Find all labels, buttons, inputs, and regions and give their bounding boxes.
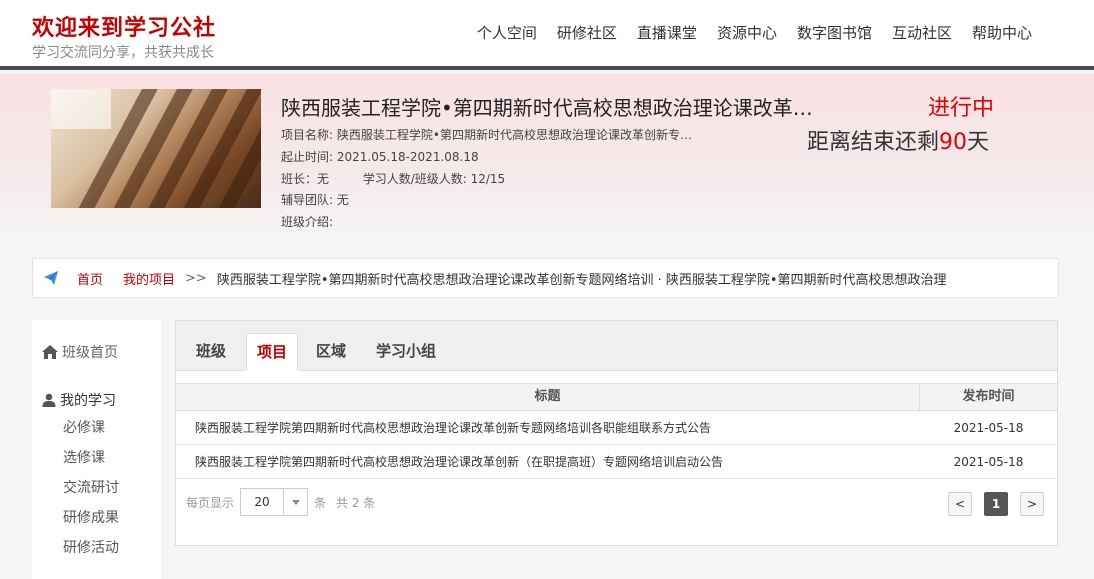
table-header: 标题 发布时间 [176, 383, 1057, 411]
info-value: 2021.05.18-2021.08.18 [336, 150, 479, 164]
info-value: 无 [336, 193, 349, 207]
pagination-info: 每页显示 20 条 共 2 条 [186, 488, 375, 516]
top-header: 欢迎来到学习公社 学习交流同分享，共获共成长 个人空间 研修社区 直播课堂 资源… [0, 0, 1094, 70]
project-title: 陕西服装工程学院•第四期新时代高校思想政治理论课改革… [281, 96, 813, 120]
sidebar-item-results[interactable]: 研修成果 [63, 507, 119, 527]
nav-interactive-community[interactable]: 互动社区 [882, 22, 962, 43]
nav-live-classroom[interactable]: 直播课堂 [627, 22, 707, 43]
countdown-days: 90 [939, 130, 968, 155]
sidebar-my-study-label: 我的学习 [60, 393, 116, 409]
breadcrumb-separator: >> [185, 270, 207, 286]
home-icon [42, 345, 58, 359]
sidebar-item-activities[interactable]: 研修活动 [63, 537, 119, 557]
chevron-down-icon [283, 489, 307, 515]
total-count: 共 2 条 [336, 495, 376, 510]
project-countdown: 距离结束还剩90天 [807, 124, 989, 156]
breadcrumb: 首页 我的项目 >> 陕西服装工程学院•第四期新时代高校思想政治理论课改革创新专… [32, 258, 1059, 298]
nav-personal-space[interactable]: 个人空间 [467, 22, 547, 43]
table-row: 陕西服装工程学院第四期新时代高校思想政治理论课改革创新专题网络培训各职能组联系方… [176, 411, 1057, 445]
prev-page-button[interactable]: < [948, 492, 972, 516]
paper-plane-icon [44, 271, 58, 285]
tab-bar: 班级 项目 区域 学习小组 [176, 321, 1057, 371]
next-page-button[interactable]: > [1020, 492, 1044, 516]
row-date: 2021-05-18 [953, 455, 1024, 469]
nav-help-center[interactable]: 帮助中心 [962, 22, 1042, 43]
site-title[interactable]: 欢迎来到学习公社 [32, 10, 216, 42]
announcement-panel: 班级 项目 区域 学习小组 标题 发布时间 陕西服装工程学院第四期新时代高校思想… [175, 320, 1058, 546]
info-time: 起止时间: 2021.05.18-2021.08.18 [281, 148, 479, 165]
info-label: 辅导团队: [281, 193, 334, 207]
sidebar-class-home[interactable]: 班级首页 [42, 342, 118, 362]
info-value: 陕西服装工程学院•第四期新时代高校思想政治理论课改革创新专… [336, 128, 692, 142]
breadcrumb-current: 陕西服装工程学院•第四期新时代高校思想政治理论课改革创新专题网络培训 · 陕西服… [216, 272, 947, 288]
info-label: 起止时间: [281, 150, 334, 164]
row-title-link[interactable]: 陕西服装工程学院第四期新时代高校思想政治理论课改革创新专题网络培训各职能组联系方… [195, 411, 915, 445]
main-nav: 个人空间 研修社区 直播课堂 资源中心 数字图书馆 互动社区 帮助中心 [467, 22, 1042, 43]
project-status: 进行中 [928, 96, 995, 121]
col-title-header: 标题 [176, 384, 920, 410]
per-page-label: 每页显示 [186, 495, 235, 510]
project-cover-image [51, 89, 261, 208]
info-label: 班级介绍: [281, 215, 334, 229]
user-icon [42, 393, 56, 407]
sidebar-item-elective[interactable]: 选修课 [63, 447, 105, 467]
info-team: 辅导团队: 无 [281, 191, 349, 208]
info-leader: 班长：无 学习人数/班级人数: 12/15 [281, 170, 505, 187]
breadcrumb-home[interactable]: 首页 [77, 269, 103, 288]
site-subtitle: 学习交流同分享，共获共成长 [32, 45, 214, 61]
sidebar-item-discussion[interactable]: 交流研讨 [63, 477, 119, 497]
per-page-select[interactable]: 20 [240, 488, 309, 516]
pagination-buttons: < 1 > [948, 492, 1044, 516]
page-1-button[interactable]: 1 [984, 492, 1008, 516]
info-project-name: 项目名称: 陕西服装工程学院•第四期新时代高校思想政治理论课改革创新专… [281, 126, 692, 143]
tab-class[interactable]: 班级 [186, 333, 236, 371]
sidebar-class-home-label: 班级首页 [62, 345, 118, 361]
row-date: 2021-05-18 [953, 421, 1024, 435]
table-row: 陕西服装工程学院第四期新时代高校思想政治理论课改革创新（在职提高班）专题网络培训… [176, 445, 1057, 479]
sidebar-item-required[interactable]: 必修课 [63, 417, 105, 437]
info-value: 无 [317, 172, 330, 186]
per-page-unit: 条 [314, 495, 327, 510]
breadcrumb-my-projects[interactable]: 我的项目 [123, 269, 175, 288]
countdown-suffix: 天 [967, 130, 990, 155]
nav-resource-center[interactable]: 资源中心 [707, 22, 787, 43]
countdown-prefix: 距离结束还剩 [807, 130, 940, 155]
tab-study-group[interactable]: 学习小组 [366, 333, 446, 371]
nav-research-community[interactable]: 研修社区 [547, 22, 627, 43]
info-value: 12/15 [470, 172, 506, 186]
tab-region[interactable]: 区域 [306, 333, 356, 371]
info-intro: 班级介绍: [281, 213, 333, 230]
sidebar-my-study[interactable]: 我的学习 [42, 390, 116, 410]
nav-digital-library[interactable]: 数字图书馆 [787, 22, 882, 43]
info-label: 项目名称: [281, 128, 334, 142]
col-date-header: 发布时间 [962, 389, 1015, 404]
per-page-value: 20 [254, 495, 270, 509]
announcement-table: 标题 发布时间 陕西服装工程学院第四期新时代高校思想政治理论课改革创新专题网络培… [176, 383, 1057, 479]
tab-project[interactable]: 项目 [246, 333, 299, 371]
info-label: 班长： [281, 172, 318, 186]
row-title-link[interactable]: 陕西服装工程学院第四期新时代高校思想政治理论课改革创新（在职提高班）专题网络培训… [195, 445, 915, 479]
info-label: 学习人数/班级人数: [362, 172, 467, 186]
sidebar: 班级首页 我的学习 必修课 选修课 交流研讨 研修成果 研修活动 [32, 320, 161, 579]
